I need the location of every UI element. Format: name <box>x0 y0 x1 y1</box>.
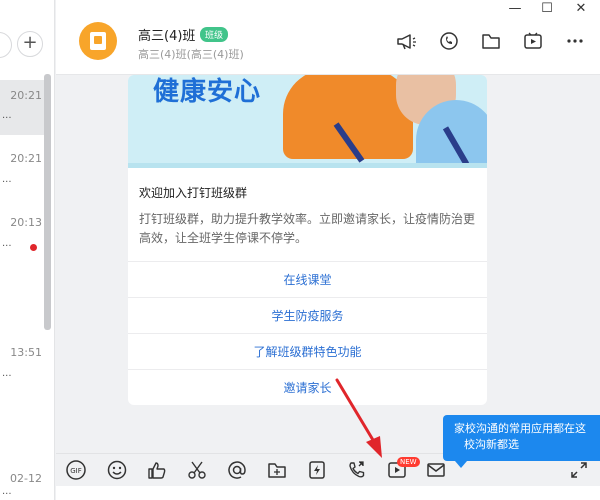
conversation-item[interactable]: 20:21 ... <box>0 80 44 135</box>
conversation-snippet: ... <box>2 110 12 121</box>
add-label: + <box>22 32 38 53</box>
expand-icon[interactable] <box>568 459 590 481</box>
tooltip-line: 家校沟通的常用应用都在这 <box>454 422 586 435</box>
more-icon[interactable] <box>564 30 586 52</box>
message-input[interactable] <box>56 486 600 500</box>
apps-tooltip: 家校沟通的常用应用都在这 校沟新都选 <box>443 415 600 461</box>
online-class-link[interactable]: 在线课堂 <box>128 261 487 297</box>
emoji-icon[interactable] <box>106 459 128 481</box>
phone-call-icon[interactable] <box>438 30 460 52</box>
welcome-banner: 健康安心 <box>128 75 487 168</box>
group-type-badge: 班级 <box>200 27 229 42</box>
invite-parents-link[interactable]: 邀请家长 <box>128 369 487 405</box>
add-button[interactable]: + <box>17 31 43 57</box>
card-description: 打钉班级群，助力提升教学效率。立即邀请家长，让疫情防治更高效，让全班学生停课不停… <box>139 212 476 245</box>
welcome-card: 健康安心 欢迎加入打钉班级群 打钉班级群，助力提升教学效率。立即邀请家长，让疫情… <box>128 75 487 405</box>
megaphone-icon[interactable] <box>395 30 417 52</box>
folder-icon[interactable] <box>266 459 288 481</box>
new-badge: NEW <box>397 457 420 467</box>
conversation-snippet: ... <box>2 174 12 185</box>
card-title: 欢迎加入打钉班级群 <box>139 186 248 200</box>
mail-icon[interactable] <box>425 459 447 481</box>
folder-icon[interactable] <box>480 30 502 52</box>
chat-header: 高三(4)班 班级 高三(4)班(高三(4)班) — ☐ ✕ <box>56 0 600 75</box>
chat-area: 健康安心 欢迎加入打钉班级群 打钉班级群，助力提升教学效率。立即邀请家长，让疫情… <box>56 75 600 453</box>
illustration-desk <box>128 163 487 168</box>
ding-icon[interactable] <box>306 459 328 481</box>
conversation-snippet: ... <box>2 486 12 497</box>
unread-dot <box>30 244 37 251</box>
minimize-button[interactable]: — <box>506 0 524 18</box>
search-button[interactable] <box>0 32 12 58</box>
mention-icon[interactable] <box>226 459 248 481</box>
gif-label: GIF <box>70 467 82 475</box>
conversation-item[interactable]: 20:21 ... <box>0 138 44 193</box>
group-subtitle: 高三(4)班(高三(4)班) <box>138 48 244 61</box>
conversation-time: 20:21 <box>10 89 42 102</box>
group-title: 高三(4)班 <box>138 29 196 44</box>
conversation-time: 20:21 <box>10 152 42 165</box>
conversation-time: 13:51 <box>10 346 42 359</box>
group-avatar[interactable] <box>79 22 117 60</box>
conversation-item[interactable]: 20:13 ... <box>0 200 44 255</box>
conversation-time: 20:13 <box>10 216 42 229</box>
close-button[interactable]: ✕ <box>572 0 590 18</box>
conversation-snippet: ... <box>2 368 12 379</box>
conversation-scrollbar[interactable] <box>44 74 51 330</box>
tooltip-line: 校沟新都选 <box>464 438 519 451</box>
conversation-list: + 20:21 ... 20:21 ... 20:13 ... 13:51 ..… <box>0 0 55 500</box>
class-group-features-link[interactable]: 了解班级群特色功能 <box>128 333 487 369</box>
maximize-button[interactable]: ☐ <box>538 0 556 18</box>
epidemic-service-link[interactable]: 学生防疫服务 <box>128 297 487 333</box>
gif-icon[interactable]: GIF <box>65 459 87 481</box>
conversation-time: 02-12 <box>10 472 42 485</box>
live-video-icon[interactable] <box>522 30 544 52</box>
tooltip-arrow <box>455 461 467 468</box>
thumbs-up-icon[interactable] <box>146 459 168 481</box>
conversation-item[interactable]: 13:51 ... <box>0 330 44 385</box>
conversation-item[interactable]: 02-12 ... <box>0 458 44 500</box>
scissors-icon[interactable] <box>186 459 208 481</box>
phone-icon[interactable] <box>346 459 368 481</box>
conversation-snippet: ... <box>2 238 12 249</box>
app-window: + 20:21 ... 20:21 ... 20:13 ... 13:51 ..… <box>0 0 600 500</box>
banner-text: 健康安心 <box>153 77 262 107</box>
document-icon <box>90 32 106 50</box>
